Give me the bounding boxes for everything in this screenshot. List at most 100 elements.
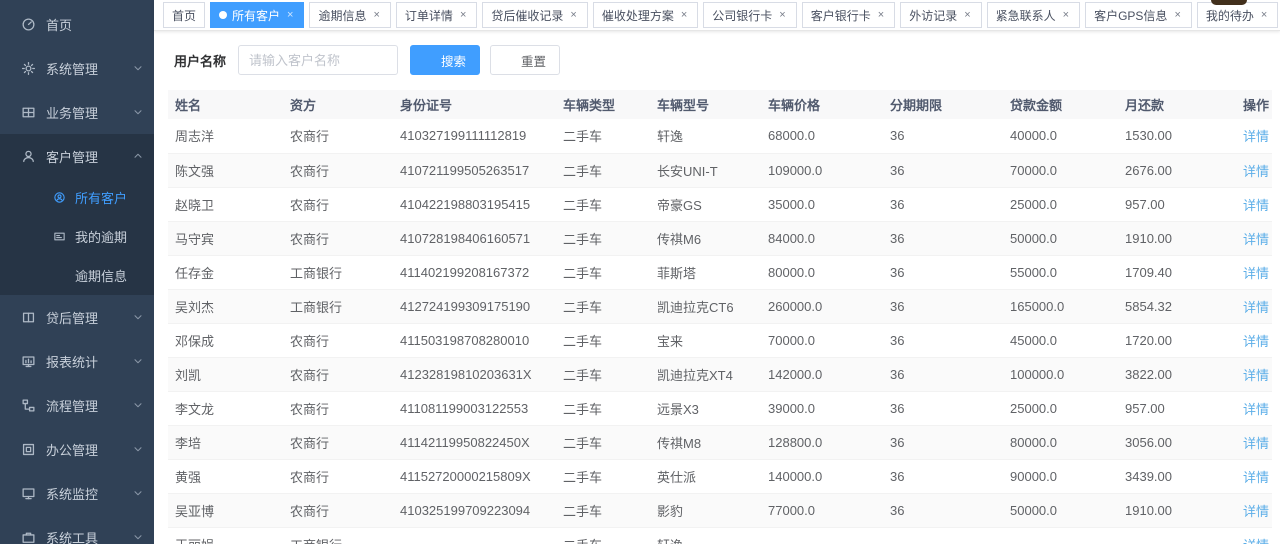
- table-cell: 36: [883, 459, 1003, 493]
- table-cell: 周志洋: [168, 119, 283, 153]
- table-cell: 68000.0: [761, 119, 883, 153]
- sidebar-item-贷后管理[interactable]: 贷后管理: [0, 295, 154, 339]
- customer-table: 姓名资方身份证号车辆类型车辆型号车辆价格分期期限贷款金额月还款操作 周志洋农商行…: [168, 90, 1272, 544]
- close-icon[interactable]: ×: [777, 9, 787, 22]
- table-cell: 远景X3: [650, 391, 761, 425]
- sidebar-group-0: 首页: [0, 2, 154, 46]
- active-tab-dot: [219, 11, 227, 19]
- table-cell: 农商行: [283, 119, 393, 153]
- close-icon[interactable]: ×: [458, 9, 468, 22]
- table-cell: 36: [883, 221, 1003, 255]
- tab-公司银行卡[interactable]: 公司银行卡×: [703, 2, 796, 28]
- table-cell-actions: 详情: [1236, 459, 1272, 493]
- avatar[interactable]: [1211, 0, 1247, 5]
- tab-客户GPS信息[interactable]: 客户GPS信息×: [1085, 2, 1192, 28]
- users-circle-icon: [52, 191, 66, 205]
- sidebar-item-首页[interactable]: 首页: [0, 2, 154, 46]
- table-cell: 任存金: [168, 255, 283, 289]
- tab-催收处理方案[interactable]: 催收处理方案×: [593, 2, 698, 28]
- detail-link[interactable]: 详情: [1243, 470, 1269, 485]
- table-cell-actions: 详情: [1236, 357, 1272, 391]
- table-cell: 英仕派: [650, 459, 761, 493]
- sidebar: 首页系统管理业务管理客户管理所有客户我的逾期逾期信息贷后管理报表统计流程管理办公…: [0, 0, 154, 544]
- table-cell: 农商行: [283, 187, 393, 221]
- detail-link[interactable]: 详情: [1243, 300, 1269, 315]
- sidebar-item-流程管理[interactable]: 流程管理: [0, 383, 154, 427]
- reset-button[interactable]: 重置: [490, 45, 560, 75]
- table-cell: 50000.0: [1003, 221, 1118, 255]
- sidebar-item-报表统计[interactable]: 报表统计: [0, 339, 154, 383]
- tab-贷后催收记录[interactable]: 贷后催收记录×: [482, 2, 587, 28]
- sidebar-subitem-我的逾期[interactable]: 我的逾期: [0, 217, 154, 256]
- table-cell: 260000.0: [761, 289, 883, 323]
- search-input[interactable]: [238, 45, 398, 75]
- detail-link[interactable]: 详情: [1243, 232, 1269, 247]
- table-cell: 411081199003122553: [393, 391, 556, 425]
- close-icon[interactable]: ×: [371, 9, 381, 22]
- table-cell-actions: 详情: [1236, 289, 1272, 323]
- sidebar-item-label: 客户管理: [46, 147, 132, 166]
- table-cell: 农商行: [283, 221, 393, 255]
- sidebar-group-8: 系统监控: [0, 471, 154, 515]
- sidebar-item-系统监控[interactable]: 系统监控: [0, 471, 154, 515]
- sidebar-item-label: 系统管理: [46, 59, 132, 78]
- table-cell: 1530.00: [1118, 119, 1236, 153]
- detail-link[interactable]: 详情: [1243, 504, 1269, 519]
- sidebar-item-系统工具[interactable]: 系统工具: [0, 515, 154, 544]
- tab-客户银行卡[interactable]: 客户银行卡×: [802, 2, 895, 28]
- detail-link[interactable]: 详情: [1243, 436, 1269, 451]
- main-panel: 首页所有客户×逾期信息×订单详情×贷后催收记录×催收处理方案×公司银行卡×客户银…: [154, 0, 1280, 544]
- table-cell: 35000.0: [761, 187, 883, 221]
- table-cell: 70000.0: [1003, 153, 1118, 187]
- close-icon[interactable]: ×: [1061, 9, 1071, 22]
- table-cell: 36: [883, 119, 1003, 153]
- table-cell: 李培: [168, 425, 283, 459]
- sidebar-subitem-所有客户[interactable]: 所有客户: [0, 178, 154, 217]
- table-row: 周志洋农商行410327199111112819二手车轩逸68000.03640…: [168, 119, 1272, 153]
- detail-link[interactable]: 详情: [1243, 334, 1269, 349]
- tab-逾期信息[interactable]: 逾期信息×: [309, 2, 390, 28]
- tab-所有客户[interactable]: 所有客户×: [210, 2, 304, 28]
- close-icon[interactable]: ×: [1259, 9, 1269, 22]
- table-cell: 二手车: [556, 119, 650, 153]
- close-icon[interactable]: ×: [876, 9, 886, 22]
- chevron-down-icon: [132, 531, 144, 543]
- sidebar-item-客户管理[interactable]: 客户管理: [0, 134, 154, 178]
- detail-link[interactable]: 详情: [1243, 368, 1269, 383]
- sidebar-item-办公管理[interactable]: 办公管理: [0, 427, 154, 471]
- close-icon[interactable]: ×: [568, 9, 578, 22]
- table-cell: 传祺M6: [650, 221, 761, 255]
- tab-外访记录[interactable]: 外访记录×: [900, 2, 981, 28]
- sidebar-group-9: 系统工具: [0, 515, 154, 544]
- close-icon[interactable]: ×: [1172, 9, 1182, 22]
- table-cell-actions: 详情: [1236, 153, 1272, 187]
- tab-首页[interactable]: 首页: [163, 2, 205, 28]
- detail-link[interactable]: 详情: [1243, 129, 1269, 144]
- sidebar-item-系统管理[interactable]: 系统管理: [0, 46, 154, 90]
- table-cell-actions: 详情: [1236, 527, 1272, 544]
- tab-订单详情[interactable]: 订单详情 ×: [396, 2, 477, 28]
- detail-link[interactable]: 详情: [1243, 538, 1269, 544]
- close-icon[interactable]: ×: [962, 9, 972, 22]
- detail-link[interactable]: 详情: [1243, 266, 1269, 281]
- sidebar-subitem-逾期信息[interactable]: 逾期信息: [0, 256, 154, 295]
- table-cell-actions: 详情: [1236, 187, 1272, 221]
- close-icon[interactable]: ×: [285, 9, 295, 22]
- detail-link[interactable]: 详情: [1243, 402, 1269, 417]
- sidebar-subitem-label: 所有客户: [75, 188, 127, 207]
- table-row: 马守宾农商行410728198406160571二手车传祺M684000.036…: [168, 221, 1272, 255]
- column-header-贷款金额: 贷款金额: [1003, 90, 1118, 119]
- tab-我的待办[interactable]: 我的待办×: [1197, 2, 1278, 28]
- sidebar-item-label: 贷后管理: [46, 308, 132, 327]
- chart-icon: [20, 353, 36, 369]
- detail-link[interactable]: 详情: [1243, 198, 1269, 213]
- tab-label: 订单详情: [405, 7, 453, 24]
- table-cell: 3439.00: [1118, 459, 1236, 493]
- sidebar-item-业务管理[interactable]: 业务管理: [0, 90, 154, 134]
- table-cell: 410721199505263517: [393, 153, 556, 187]
- tab-紧急联系人[interactable]: 紧急联系人×: [987, 2, 1080, 28]
- table-cell: 100000.0: [1003, 357, 1118, 391]
- close-icon[interactable]: ×: [679, 9, 689, 22]
- detail-link[interactable]: 详情: [1243, 164, 1269, 179]
- search-button[interactable]: 搜索: [410, 45, 480, 75]
